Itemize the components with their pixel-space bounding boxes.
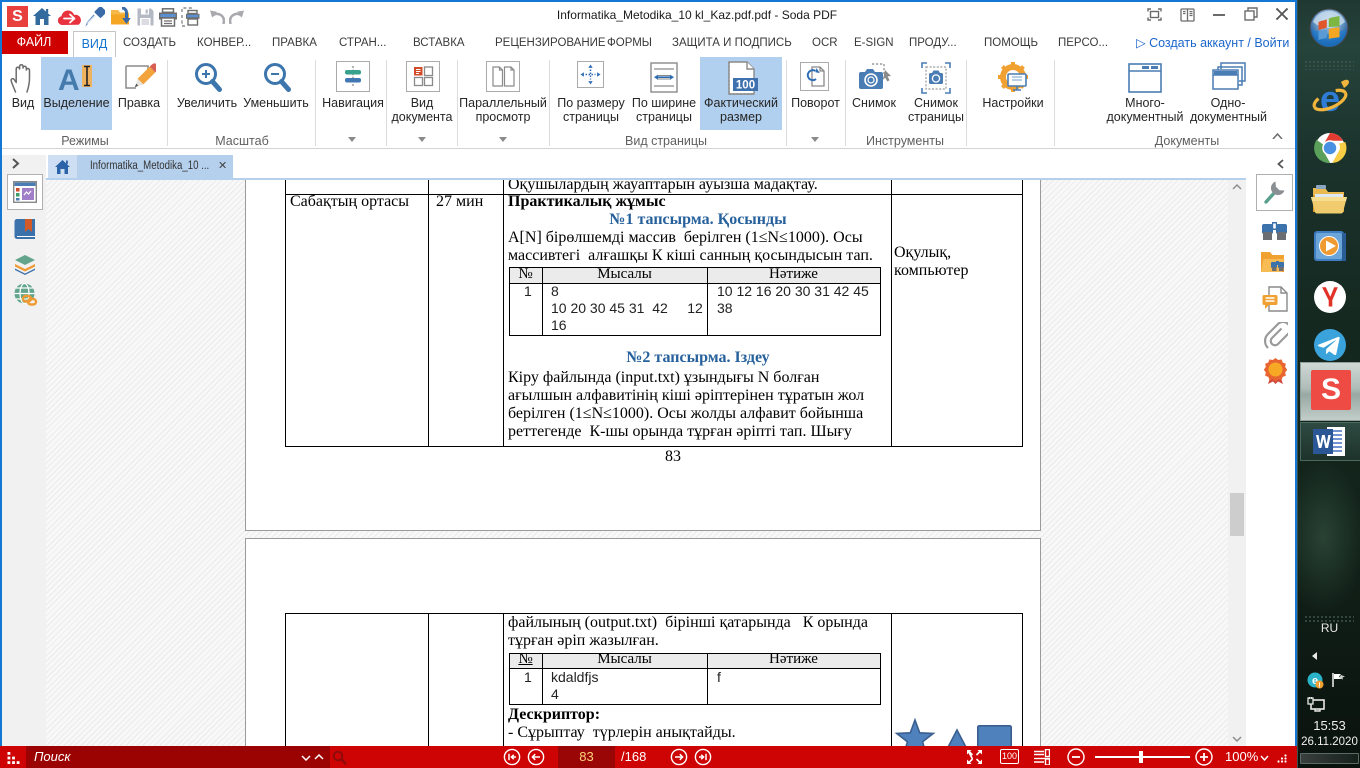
svg-text:!: ! [1318,682,1320,689]
svg-text:e: e [1320,79,1340,119]
svg-text:100: 100 [736,80,755,92]
svg-text:A: A [58,64,80,93]
